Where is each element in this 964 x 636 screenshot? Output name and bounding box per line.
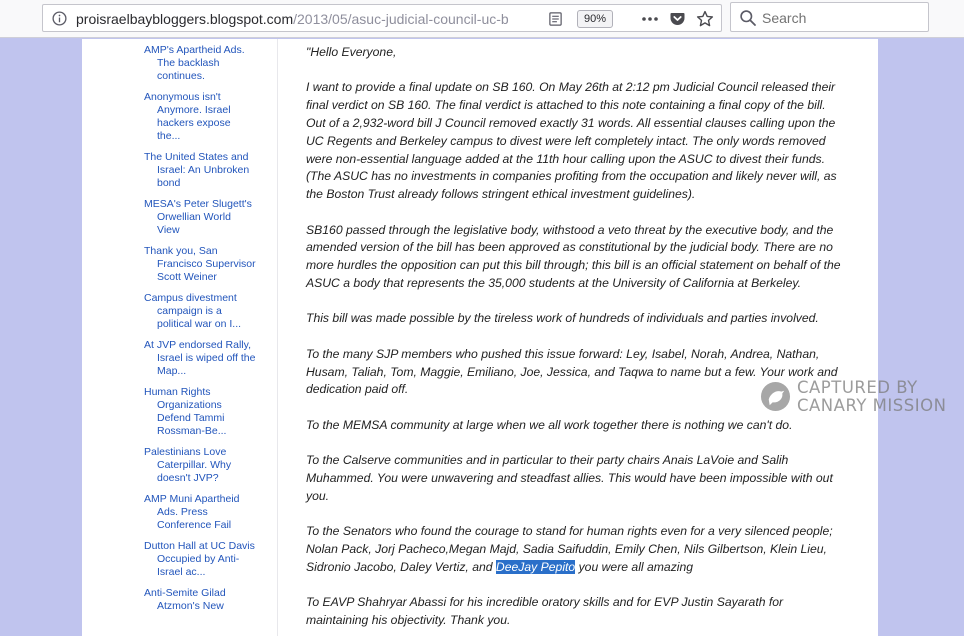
post-greeting: "Hello Everyone,: [306, 45, 397, 59]
post-body: "Hello Everyone, I want to provide a fin…: [306, 44, 846, 636]
blog-page: AMP's Apartheid Ads. The backlash contin…: [82, 39, 878, 636]
url-path: /2013/05/asuc-judicial-council-uc-b: [293, 11, 509, 27]
senators-text-end: you were all amazing: [575, 559, 694, 574]
archive-post-link[interactable]: Anonymous isn't Anymore. Israel hackers …: [144, 91, 256, 143]
archive-post-link[interactable]: AMP's Apartheid Ads. The backlash contin…: [144, 44, 256, 83]
archive-post-link[interactable]: Thank you, San Francisco Supervisor Scot…: [144, 245, 256, 284]
archive-post-link[interactable]: Dutton Hall at UC Davis Occupied by Anti…: [144, 540, 256, 579]
info-icon[interactable]: [52, 11, 67, 26]
post-paragraph: I want to provide a final update on SB 1…: [306, 80, 837, 202]
post-paragraph: To EAVP Shahryar Abassi for his incredib…: [306, 595, 784, 627]
archive-post-list: AMP's Apartheid Ads. The backlash contin…: [144, 44, 256, 621]
page-actions-icon[interactable]: [641, 12, 659, 26]
watermark-line-1: CAPTURED BY: [797, 378, 918, 397]
bookmark-star-icon[interactable]: [696, 10, 714, 28]
search-placeholder: Search: [762, 10, 807, 26]
browser-toolbar: proisraelbaybloggers.blogspot.com/2013/0…: [0, 0, 964, 38]
post-paragraph: To the Calserve communities and in parti…: [306, 453, 833, 503]
archive-post-link[interactable]: Human Rights Organizations Defend Tammi …: [144, 386, 256, 438]
reader-view-icon[interactable]: [548, 11, 563, 27]
canary-mission-watermark: CAPTURED BY CANARY MISSION: [760, 378, 960, 418]
archive-post-link[interactable]: Campus divestment campaign is a politica…: [144, 292, 256, 331]
pocket-icon[interactable]: [669, 11, 686, 27]
post-paragraph: SB160 passed through the legislative bod…: [306, 222, 841, 290]
url-host: proisraelbaybloggers.blogspot.com: [76, 11, 294, 27]
archive-post-link[interactable]: Anti-Semite Gilad Atzmon's New: [144, 587, 256, 613]
search-bar[interactable]: Search: [730, 2, 929, 32]
address-bar[interactable]: proisraelbaybloggers.blogspot.com/2013/0…: [42, 4, 722, 32]
post-paragraph: To the MEMSA community at large when we …: [306, 417, 793, 432]
highlighted-name[interactable]: DeeJay Pepito: [495, 559, 576, 574]
archive-post-link[interactable]: Palestinians Love Caterpillar. Why doesn…: [144, 446, 256, 485]
archive-post-link[interactable]: AMP Muni Apartheid Ads. Press Conference…: [144, 493, 256, 532]
archive-post-link[interactable]: At JVP endorsed Rally, Israel is wiped o…: [144, 339, 256, 378]
url-text[interactable]: proisraelbaybloggers.blogspot.com/2013/0…: [76, 11, 516, 27]
canary-logo-icon: [760, 381, 791, 412]
watermark-line-2: CANARY MISSION: [797, 396, 947, 415]
archive-post-link[interactable]: The United States and Israel: An Unbroke…: [144, 151, 256, 190]
blog-archive-sidebar: AMP's Apartheid Ads. The backlash contin…: [82, 39, 278, 636]
archive-post-link[interactable]: MESA's Peter Slugett's Orwellian World V…: [144, 198, 256, 237]
zoom-indicator[interactable]: 90%: [577, 10, 614, 28]
search-icon: [740, 10, 756, 26]
post-paragraph: To the Senators who found the courage to…: [306, 523, 846, 576]
post-paragraph: This bill was made possible by the tirel…: [306, 311, 819, 326]
